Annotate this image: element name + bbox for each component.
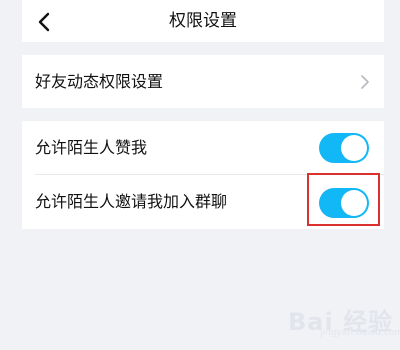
toggle-knob bbox=[341, 135, 367, 161]
stranger-permissions-group: 允许陌生人赞我 允许陌生人邀请我加入群聊 bbox=[22, 121, 384, 229]
allow-stranger-like-row: 允许陌生人赞我 bbox=[22, 121, 384, 174]
allow-stranger-group-invite-label: 允许陌生人邀请我加入群聊 bbox=[35, 192, 228, 211]
allow-stranger-group-invite-row: 允许陌生人邀请我加入群聊 bbox=[22, 175, 384, 229]
friend-dynamics-permission-row[interactable]: 好友动态权限设置 bbox=[22, 55, 384, 108]
allow-stranger-like-toggle[interactable] bbox=[319, 133, 369, 163]
baidu-jingyan-watermark: Bai 经验 jingyan.baidu.com bbox=[280, 300, 400, 340]
friend-dynamics-label: 好友动态权限设置 bbox=[35, 72, 164, 91]
watermark-url: jingyan.baidu.com bbox=[320, 328, 400, 338]
toggle-knob bbox=[341, 190, 367, 216]
allow-stranger-group-invite-toggle[interactable] bbox=[319, 188, 369, 218]
chevron-right-icon bbox=[361, 75, 369, 89]
allow-stranger-like-label: 允许陌生人赞我 bbox=[35, 138, 148, 157]
page-title: 权限设置 bbox=[169, 11, 237, 31]
